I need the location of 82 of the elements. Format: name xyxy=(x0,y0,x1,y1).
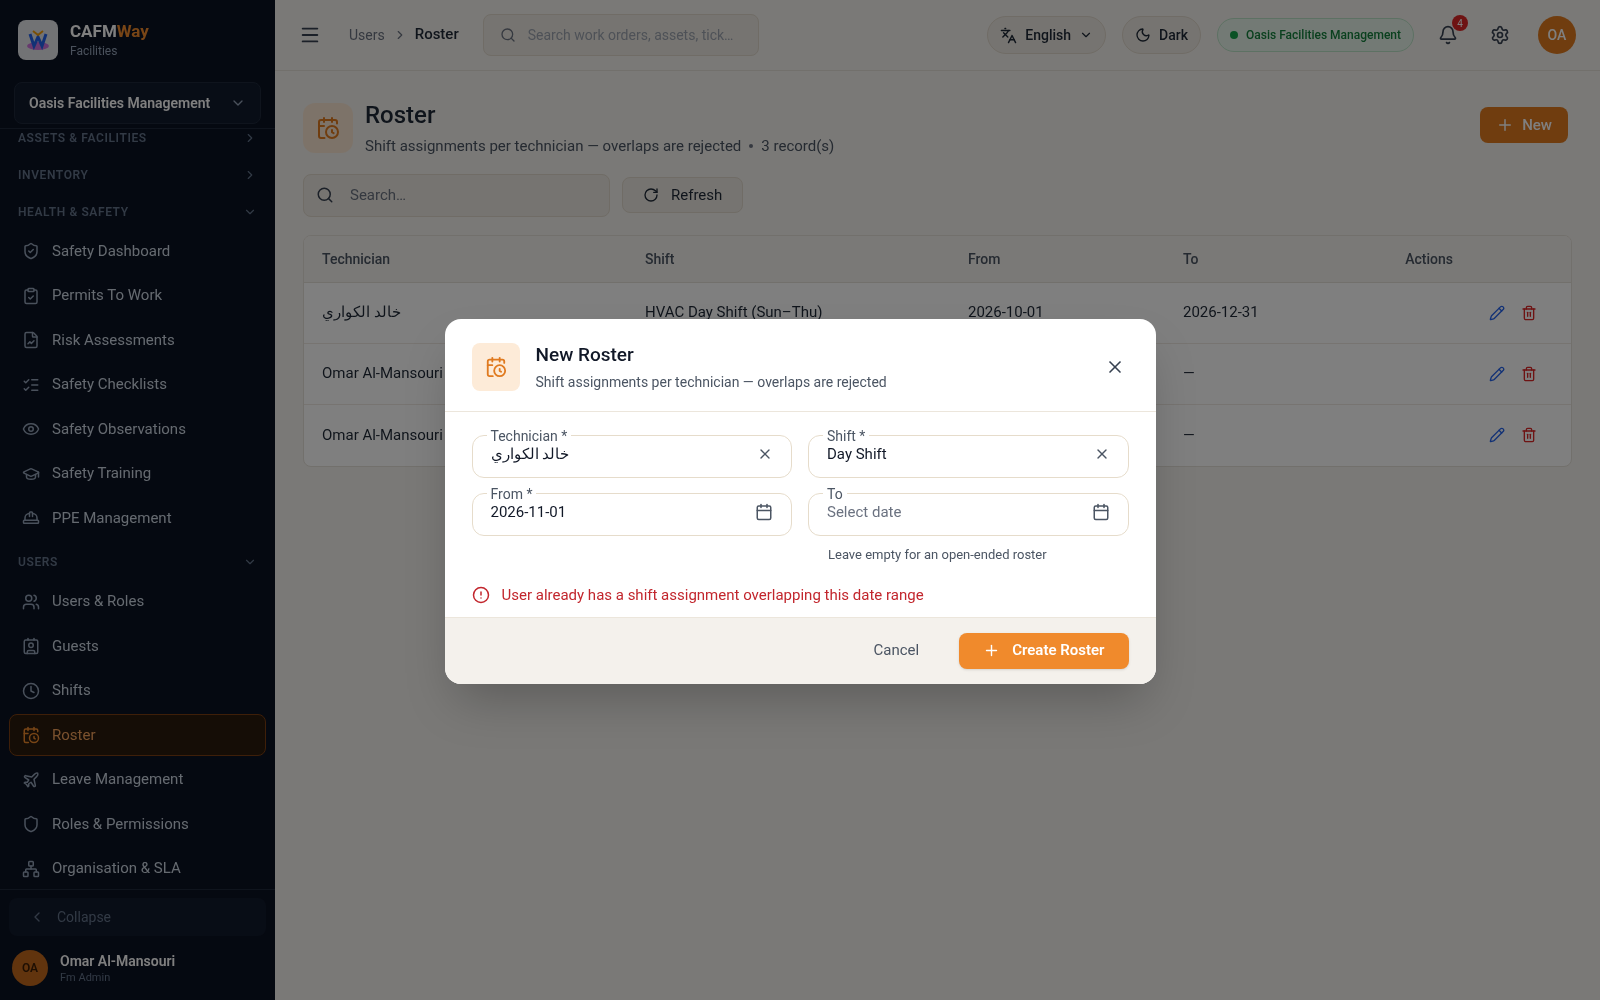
brand-name: CAFMWay xyxy=(70,21,149,43)
sidebar-item[interactable]: Roster xyxy=(9,714,266,756)
user-avatar: OA xyxy=(12,950,48,986)
sidebar-item[interactable]: Safety Training xyxy=(9,452,266,495)
theme-toggle[interactable]: Dark xyxy=(1122,16,1201,54)
column-header: To xyxy=(1183,249,1200,269)
calendar-icon xyxy=(484,355,507,378)
sidebar-item[interactable]: Safety Dashboard xyxy=(9,230,266,272)
create-roster-button[interactable]: Create Roster xyxy=(959,632,1129,669)
sidebar-item[interactable]: Risk Assessments xyxy=(9,319,266,361)
hard-hat-icon xyxy=(22,509,40,527)
column-header: Actions xyxy=(1404,249,1454,269)
error-message: User already has a shift assignment overlapping this date range xyxy=(501,585,924,606)
delete-icon[interactable] xyxy=(1521,365,1537,382)
table-cell: 2026-12-31 xyxy=(1183,303,1259,322)
cancel-button[interactable]: Cancel xyxy=(865,639,928,662)
translate-icon xyxy=(1000,26,1018,44)
user-avatar[interactable]: OA xyxy=(1538,16,1576,54)
delete-icon[interactable] xyxy=(1521,304,1537,321)
plane-icon xyxy=(22,770,40,789)
eye-icon xyxy=(22,420,40,438)
table-cell: — xyxy=(1183,425,1195,444)
brand-subtitle: Facilities xyxy=(70,42,119,59)
edit-icon[interactable] xyxy=(1489,304,1505,321)
sidebar-item[interactable]: Leave Management xyxy=(9,758,266,801)
sidebar-item[interactable]: Users & Roles xyxy=(9,580,266,623)
dialog-title: New Roster xyxy=(535,342,635,368)
organization-selector[interactable]: Oasis Facilities Management xyxy=(14,82,261,124)
chart-file-icon xyxy=(22,331,40,349)
field-hint: Leave empty for an open-ended roster xyxy=(827,545,1048,564)
sidebar-item[interactable]: Guests xyxy=(9,625,266,667)
sidebar-item[interactable]: Shifts xyxy=(9,669,266,712)
record-count: 3 record(s) xyxy=(761,136,835,157)
edit-icon[interactable] xyxy=(1489,365,1505,382)
column-header: Shift xyxy=(645,249,676,269)
refresh-icon xyxy=(643,187,659,203)
users-icon xyxy=(22,592,40,611)
page-title: Roster xyxy=(365,100,437,131)
table-cell: — xyxy=(1183,364,1195,383)
clipboard-check-icon xyxy=(22,286,40,305)
moon-icon xyxy=(1135,27,1152,43)
table-cell: HVAC Day Shift (Sun–Thu) xyxy=(645,303,823,322)
breadcrumb-link[interactable]: Users xyxy=(349,25,385,45)
delete-icon[interactable] xyxy=(1521,427,1537,443)
sidebar-item[interactable]: Roles & Permissions xyxy=(9,803,266,845)
sidebar-item[interactable]: PPE Management xyxy=(9,497,266,539)
sidebar-item[interactable]: Permits To Work xyxy=(9,274,266,317)
sidebar-item[interactable]: Organisation & SLA xyxy=(9,847,266,889)
search-icon xyxy=(316,186,334,204)
sidebar-item[interactable]: Safety Checklists xyxy=(9,363,266,406)
search-field[interactable]: Search… xyxy=(303,173,610,217)
settings-icon[interactable] xyxy=(1490,25,1510,45)
dialog-subtitle: Shift assignments per technician — overlaps are rejected xyxy=(535,372,888,392)
breadcrumb-current: Roster xyxy=(414,24,459,46)
table-cell-text: خالد الكواري xyxy=(322,302,401,324)
error-icon xyxy=(471,586,490,605)
search-icon xyxy=(499,27,516,43)
edit-icon[interactable] xyxy=(1489,427,1505,443)
column-header: Technician xyxy=(322,249,392,269)
sidebar-item[interactable]: Safety Observations xyxy=(9,408,266,450)
language-selector[interactable]: English xyxy=(987,16,1107,54)
column-header: From xyxy=(968,249,1002,269)
contact-card-icon xyxy=(22,637,40,655)
table-cell-text: Omar Al-Mansouri xyxy=(322,363,443,385)
page-subtitle: Shift assignments per technician — overlaps are rejected xyxy=(365,136,742,157)
table-cell-text: Omar Al-Mansouri xyxy=(322,424,443,446)
user-name: Omar Al-Mansouri xyxy=(60,952,176,972)
calendar-icon xyxy=(22,726,40,744)
clock-icon xyxy=(22,681,40,700)
logo-icon xyxy=(18,20,58,60)
shield-icon xyxy=(22,815,40,833)
calendar-icon xyxy=(316,116,340,141)
table-cell: 2026-10-01 xyxy=(968,303,1044,322)
bell-icon[interactable] xyxy=(1438,25,1458,45)
network-icon xyxy=(22,859,40,878)
organization-badge: Oasis Facilities Management xyxy=(1217,18,1414,52)
shield-check-icon xyxy=(22,242,40,260)
refresh-button[interactable]: Refresh xyxy=(622,177,744,213)
calendar-icon[interactable] xyxy=(755,502,773,521)
calendar-icon[interactable] xyxy=(1091,502,1110,521)
new-button[interactable]: New xyxy=(1480,107,1568,143)
notification-count: 4 xyxy=(1452,15,1468,31)
